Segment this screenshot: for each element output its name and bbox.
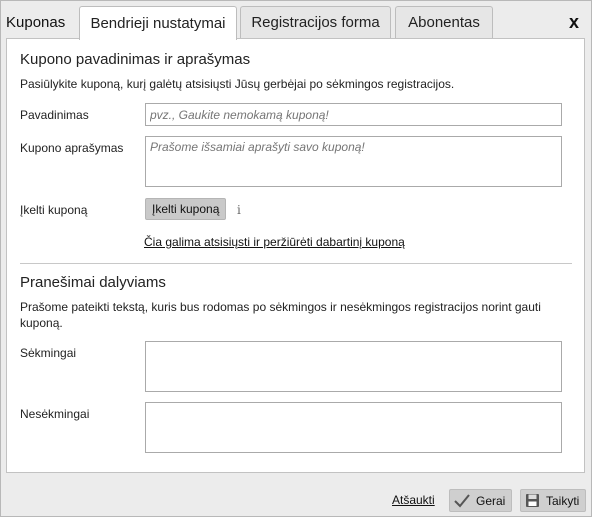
success-message-input[interactable] xyxy=(145,341,562,392)
coupon-dialog: Kuponas Bendrieji nustatymai Registracij… xyxy=(0,0,592,517)
section-divider xyxy=(20,263,572,264)
messages-section-title: Pranešimai dalyviams xyxy=(20,274,166,291)
coupon-name-input[interactable] xyxy=(145,103,562,126)
ok-button-label: Gerai xyxy=(476,493,506,508)
failure-message-input[interactable] xyxy=(145,402,562,453)
coupon-section-title: Kupono pavadinimas ir aprašymas xyxy=(20,51,251,68)
upload-coupon-button[interactable]: Įkelti kuponą xyxy=(145,198,227,220)
success-message-label: Sėkmingai xyxy=(20,346,77,360)
failure-message-label: Nesėkmingai xyxy=(20,407,90,421)
apply-button-label: Taikyti xyxy=(546,493,580,508)
tab-registration-form[interactable]: Registracijos forma xyxy=(240,6,391,38)
info-icon[interactable]: i xyxy=(237,203,241,217)
settings-panel: Kupono pavadinimas ir aprašymas Pasiūlyk… xyxy=(6,38,585,473)
download-current-coupon-link[interactable]: Čia galima atsisiųsti ir peržiūrėti daba… xyxy=(144,235,405,249)
close-button[interactable]: x xyxy=(569,12,579,33)
tab-subscriber[interactable]: Abonentas xyxy=(395,6,493,38)
coupon-section-description: Pasiūlykite kuponą, kurį galėtų atsisiųs… xyxy=(20,77,455,91)
tab-general-settings[interactable]: Bendrieji nustatymai xyxy=(79,6,237,40)
window-title: Kuponas xyxy=(6,14,66,31)
coupon-description-input[interactable] xyxy=(145,136,562,187)
checkmark-icon xyxy=(454,493,470,507)
apply-button[interactable]: Taikyti xyxy=(520,489,587,512)
coupon-name-label: Pavadinimas xyxy=(20,108,89,122)
messages-section-description: Prašome pateikti tekstą, kuris bus rodom… xyxy=(20,300,541,330)
cancel-link[interactable]: Atšaukti xyxy=(392,493,435,507)
upload-coupon-label: Įkelti kuponą xyxy=(20,203,88,217)
floppy-disk-icon xyxy=(526,494,539,507)
ok-button[interactable]: Gerai xyxy=(449,489,513,512)
coupon-description-label: Kupono aprašymas xyxy=(20,141,124,155)
